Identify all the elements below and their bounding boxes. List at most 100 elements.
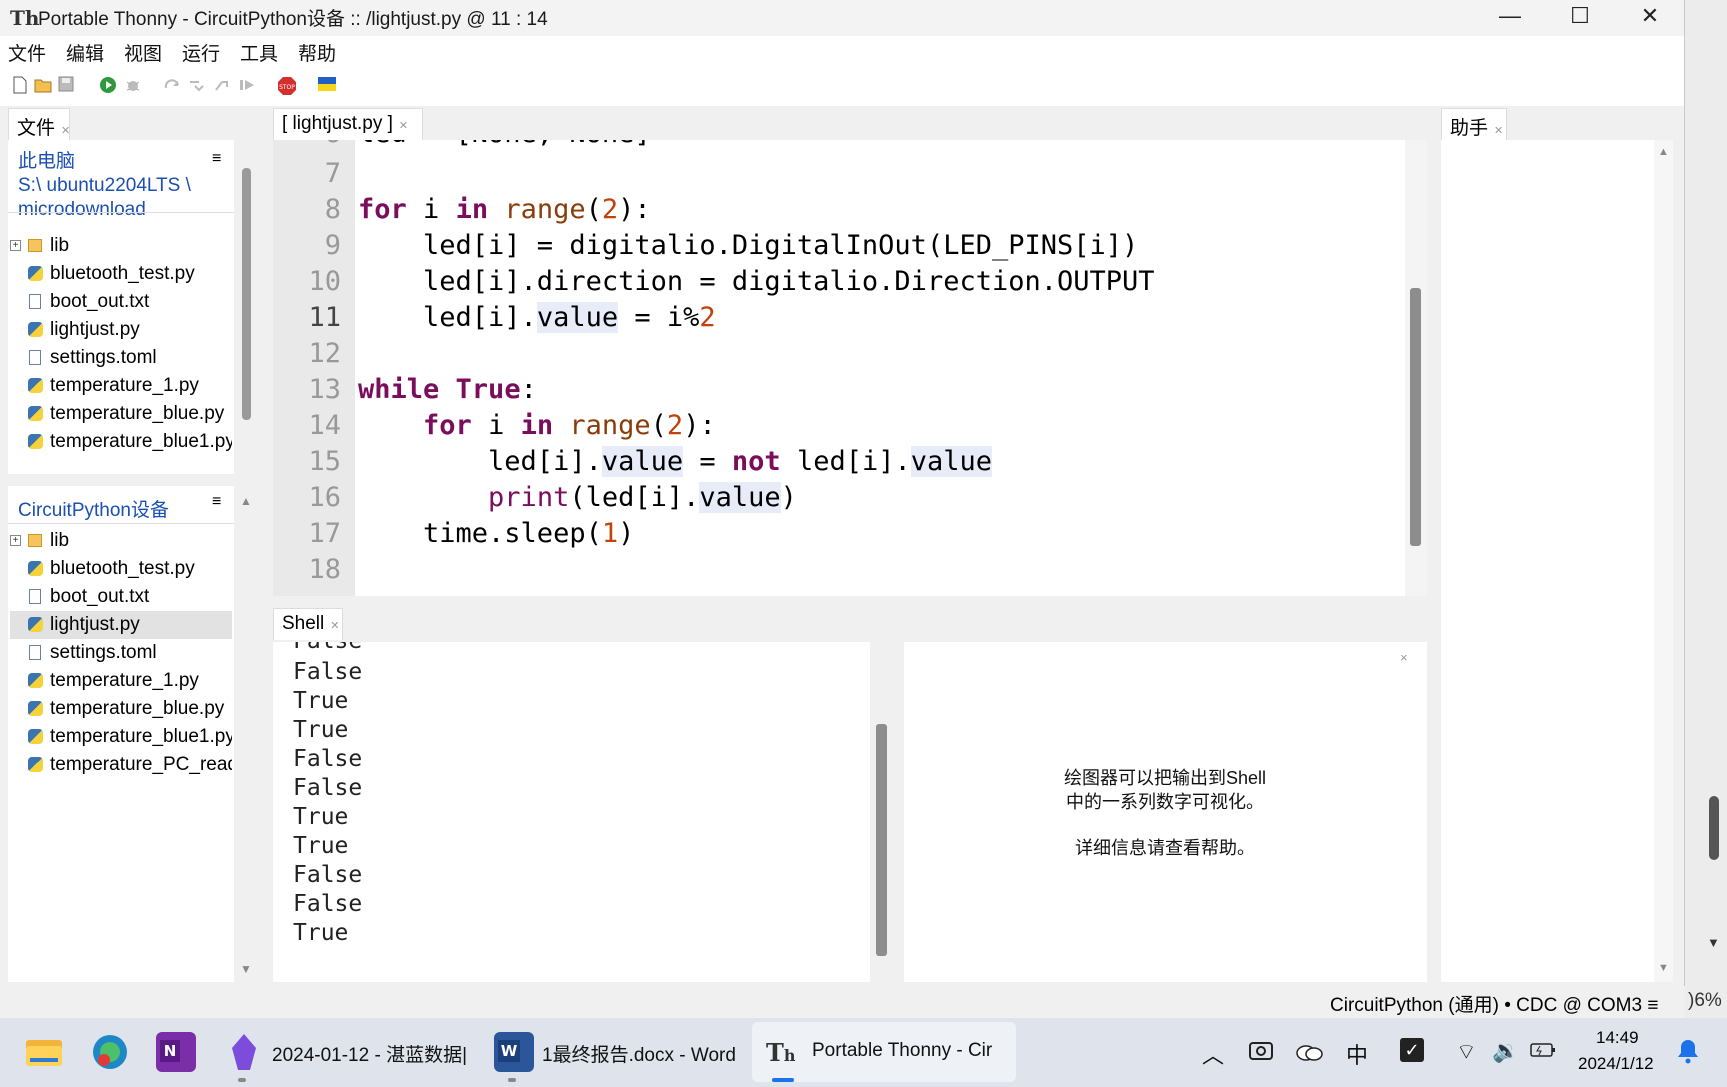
- tree-item-file[interactable]: temperature_blue.py: [10, 400, 232, 428]
- code-line-14: for i in range(2):: [423, 410, 716, 441]
- thonny-taskbar-icon[interactable]: Th: [766, 1038, 796, 1067]
- code-line-16: print(led[i].value): [488, 482, 797, 513]
- expand-icon[interactable]: +: [10, 240, 21, 251]
- menu-tools[interactable]: 工具: [240, 39, 278, 66]
- chevron-up-icon[interactable]: ︿: [1202, 1038, 1224, 1070]
- ime-indicator[interactable]: 中: [1346, 1038, 1368, 1070]
- taskbar: N 2024-01-12 - 湛蓝数据| W 1最终报告.docx - Word…: [0, 1018, 1727, 1087]
- run-icon[interactable]: [99, 76, 117, 94]
- step-over-icon[interactable]: [163, 76, 181, 94]
- scroll-down-icon[interactable]: ▼: [1658, 962, 1669, 974]
- step-out-icon[interactable]: [212, 76, 230, 94]
- shell-output[interactable]: False: [273, 642, 870, 982]
- tab-editor-file[interactable]: [ lightjust.py ] ✕: [273, 108, 423, 140]
- expand-icon[interactable]: +: [10, 535, 21, 546]
- editor-scrollbar[interactable]: [1405, 140, 1427, 596]
- tree-item-file[interactable]: temperature_blue1.py: [10, 723, 232, 751]
- tree-item-file[interactable]: temperature_blue1.py: [10, 428, 232, 456]
- camera-icon[interactable]: [1248, 1038, 1274, 1067]
- desktop-scrollbar-thumb[interactable]: [1709, 796, 1719, 860]
- plotter-close-icon[interactable]: ×: [1400, 650, 1408, 665]
- tree-item-folder[interactable]: + lib: [10, 527, 232, 555]
- task-button-label[interactable]: Portable Thonny - Cir: [812, 1040, 992, 1062]
- scroll-down-icon[interactable]: ▼: [240, 962, 252, 976]
- python-file-icon: [27, 617, 43, 632]
- close-icon[interactable]: ✕: [1494, 125, 1503, 137]
- desktop-edge: ▼: [1685, 0, 1727, 1018]
- menu-view[interactable]: 视图: [124, 39, 162, 66]
- clock-time[interactable]: 14:49: [1596, 1028, 1639, 1048]
- divider: [8, 212, 234, 213]
- tree-item-file[interactable]: temperature_1.py: [10, 667, 232, 695]
- tree-item-file-selected[interactable]: lightjust.py: [10, 611, 232, 639]
- interpreter-status[interactable]: CircuitPython (通用) • CDC @ COM3 ≡: [1330, 990, 1658, 1017]
- step-into-icon[interactable]: [187, 76, 205, 94]
- battery-icon[interactable]: [1530, 1040, 1556, 1065]
- tree-item-file[interactable]: temperature_blue.py: [10, 695, 232, 723]
- tree-item-file[interactable]: lightjust.py: [10, 316, 232, 344]
- tab-shell[interactable]: Shell ✕: [273, 608, 343, 640]
- volume-icon[interactable]: 🔉: [1492, 1038, 1519, 1064]
- checkbox-app-icon[interactable]: ✓: [1400, 1038, 1424, 1062]
- scrollbar-thumb[interactable]: [1410, 288, 1421, 546]
- close-icon[interactable]: ✕: [330, 620, 339, 632]
- tree-item-label: lib: [50, 530, 70, 551]
- close-icon[interactable]: ✕: [399, 120, 408, 132]
- obsidian-icon[interactable]: [224, 1032, 264, 1072]
- clock-date[interactable]: 2024/1/12: [1578, 1054, 1654, 1074]
- tree-item-file[interactable]: bluetooth_test.py: [10, 555, 232, 583]
- debug-icon[interactable]: [124, 76, 142, 94]
- tree-item-file[interactable]: settings.toml: [10, 344, 232, 372]
- menu-help[interactable]: 帮助: [298, 39, 336, 66]
- maximize-button[interactable]: ☐: [1545, 0, 1615, 36]
- edge-icon[interactable]: [90, 1032, 130, 1072]
- word-icon[interactable]: W: [494, 1032, 534, 1072]
- scroll-up-icon[interactable]: ▲: [240, 494, 252, 508]
- minimize-button[interactable]: —: [1475, 0, 1545, 36]
- tab-files[interactable]: 文件 ✕: [8, 108, 70, 140]
- scrollbar-thumb[interactable]: [242, 168, 251, 420]
- onenote-icon[interactable]: N: [156, 1032, 196, 1072]
- menu-edit[interactable]: 编辑: [66, 39, 104, 66]
- tree-item-file[interactable]: boot_out.txt: [10, 583, 232, 611]
- tree-item-folder[interactable]: + lib: [10, 232, 232, 260]
- scroll-down-icon[interactable]: ▼: [1707, 935, 1720, 950]
- stop-icon[interactable]: STOP: [277, 76, 296, 95]
- flag-icon[interactable]: [318, 76, 336, 94]
- assistant-scrollbar[interactable]: ▲ ▼: [1654, 140, 1673, 982]
- close-icon[interactable]: ✕: [61, 125, 70, 137]
- this-pc-link[interactable]: 此电脑: [18, 150, 191, 174]
- shell-line: False: [293, 746, 363, 772]
- open-file-icon[interactable]: [34, 76, 52, 94]
- tree-item-file[interactable]: temperature_1.py: [10, 372, 232, 400]
- wifi-icon[interactable]: ⌔: [1456, 1038, 1477, 1066]
- cloud-icon[interactable]: [1294, 1040, 1324, 1067]
- tree-item-file[interactable]: bluetooth_test.py: [10, 260, 232, 288]
- file-explorer-icon[interactable]: [24, 1032, 64, 1072]
- resume-icon[interactable]: [238, 76, 256, 94]
- shell-scrollbar[interactable]: [870, 642, 894, 982]
- scroll-up-icon[interactable]: ▲: [1658, 146, 1669, 158]
- device-location-link[interactable]: CircuitPython设备: [18, 495, 169, 522]
- tab-assistant[interactable]: 助手 ✕: [1441, 108, 1507, 140]
- menu-run[interactable]: 运行: [182, 39, 220, 66]
- plotter-hint-line3: 详细信息请查看帮助。: [1075, 838, 1255, 858]
- panel-menu-icon[interactable]: ≡: [212, 493, 221, 511]
- task-button-label[interactable]: 1最终报告.docx - Word: [542, 1040, 736, 1067]
- scrollbar[interactable]: [238, 140, 254, 474]
- menu-file[interactable]: 文件: [8, 39, 46, 66]
- tree-item-file[interactable]: temperature_PC_read: [10, 751, 232, 779]
- new-file-icon[interactable]: [12, 76, 30, 94]
- panel-menu-icon[interactable]: ≡: [212, 150, 221, 168]
- tree-item-file[interactable]: boot_out.txt: [10, 288, 232, 316]
- tree-item-file[interactable]: settings.toml: [10, 639, 232, 667]
- path-link-folder[interactable]: microdownload: [18, 198, 191, 222]
- thonny-app-icon: Th: [10, 6, 40, 30]
- python-file-icon: [27, 561, 43, 576]
- scrollbar-thumb[interactable]: [876, 724, 887, 956]
- task-button-label[interactable]: 2024-01-12 - 湛蓝数据|: [272, 1040, 467, 1067]
- close-button[interactable]: ✕: [1615, 0, 1685, 36]
- notification-bell-icon[interactable]: [1676, 1038, 1700, 1069]
- save-icon[interactable]: [58, 76, 76, 94]
- path-link[interactable]: S:\ ubuntu2204LTS \: [18, 174, 191, 198]
